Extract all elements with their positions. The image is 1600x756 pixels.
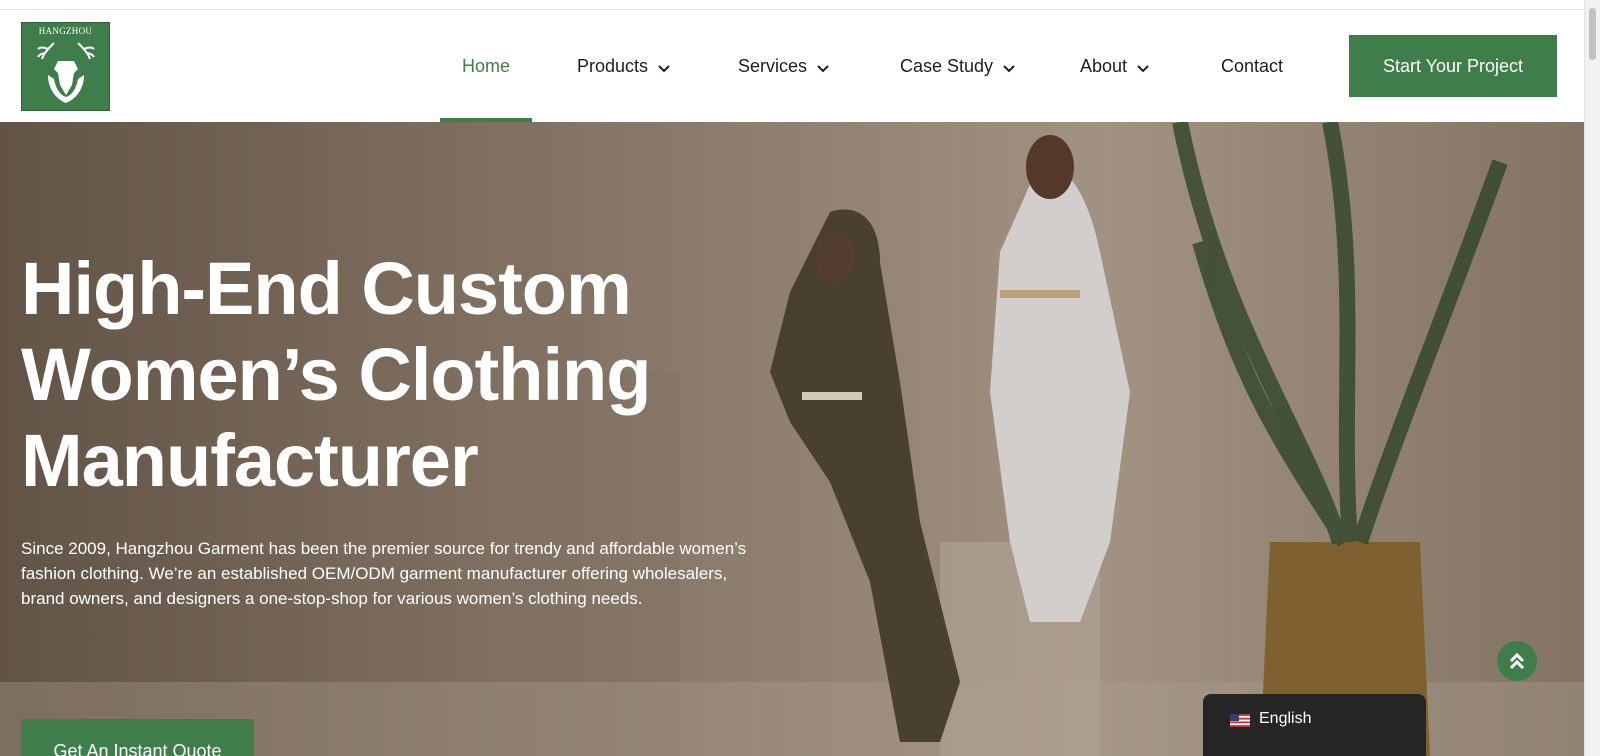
hero-section: High-End Custom Women’s Clothing Manufac… (0, 122, 1584, 756)
scrollbar-thumb[interactable] (1589, 8, 1596, 60)
vertical-scrollbar[interactable] (1584, 0, 1600, 756)
nav-services-label: Services (738, 56, 808, 76)
nav-about-label: About (1080, 56, 1128, 76)
nav-products-label: Products (577, 56, 649, 76)
logo-text: HANGZHOU (38, 26, 93, 36)
logo[interactable]: HANGZHOU (21, 22, 110, 111)
nav-case-study-label: Case Study (900, 56, 994, 76)
chevron-down-icon (817, 11, 829, 123)
chevron-down-icon (658, 11, 670, 123)
hero-title: High-End Custom Women’s Clothing Manufac… (21, 246, 781, 504)
chevron-down-icon (1003, 11, 1015, 123)
back-to-top-button[interactable] (1497, 641, 1537, 681)
deer-crest-icon (37, 42, 95, 103)
nav-products[interactable]: Products (577, 10, 670, 122)
top-border (0, 0, 1584, 10)
nav-contact-label: Contact (1221, 56, 1284, 76)
start-project-button[interactable]: Start Your Project (1349, 35, 1557, 97)
nav-case-study[interactable]: Case Study (900, 10, 1015, 122)
us-flag-icon (1230, 714, 1250, 727)
hero-title-line: Manufacturer (21, 419, 479, 502)
double-chevron-up-icon (1509, 652, 1525, 670)
instant-quote-button[interactable]: Get An Instant Quote (21, 719, 254, 756)
nav-about[interactable]: About (1080, 10, 1149, 122)
nav-services[interactable]: Services (738, 10, 829, 122)
chevron-down-icon (1137, 11, 1149, 123)
hero-title-line: Women’s Clothing (21, 333, 651, 416)
nav-home[interactable]: Home (462, 10, 510, 122)
hero-description: Since 2009, Hangzhou Garment has been th… (21, 539, 747, 608)
hero-title-line: High-End Custom (21, 247, 632, 330)
nav-contact[interactable]: Contact (1221, 10, 1283, 122)
language-switcher[interactable]: English (1203, 694, 1426, 756)
nav-home-label: Home (462, 56, 511, 76)
site-header: HANGZHOU Home Products Services Case Stu… (0, 10, 1584, 122)
language-label: English (1259, 710, 1312, 727)
